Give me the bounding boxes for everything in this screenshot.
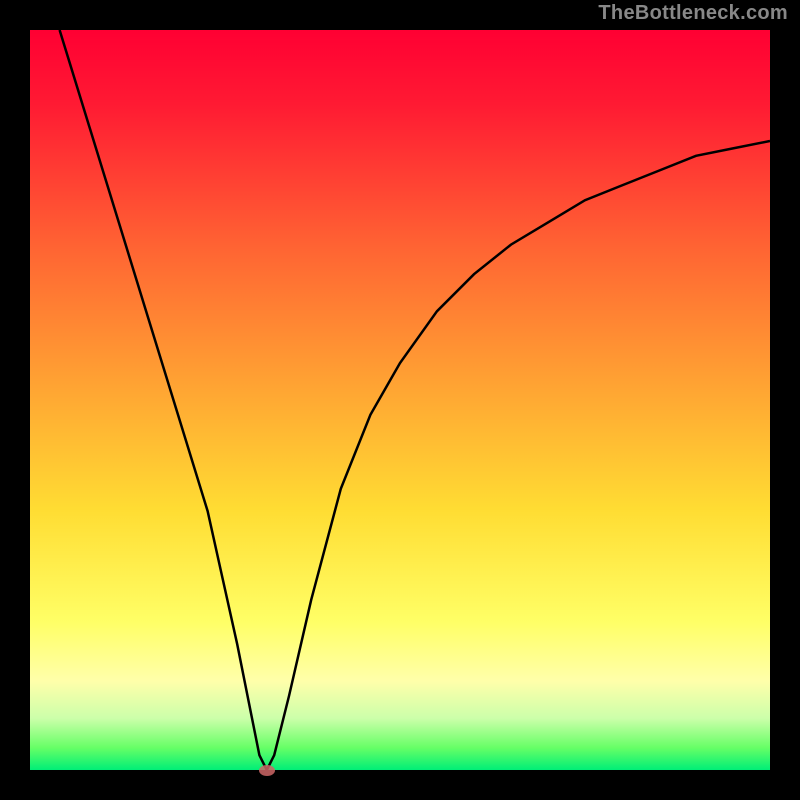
- chart-curve-svg: [30, 30, 770, 770]
- bottleneck-curve-path: [60, 30, 770, 770]
- minimum-marker: [259, 765, 275, 776]
- watermark-text: TheBottleneck.com: [598, 2, 788, 25]
